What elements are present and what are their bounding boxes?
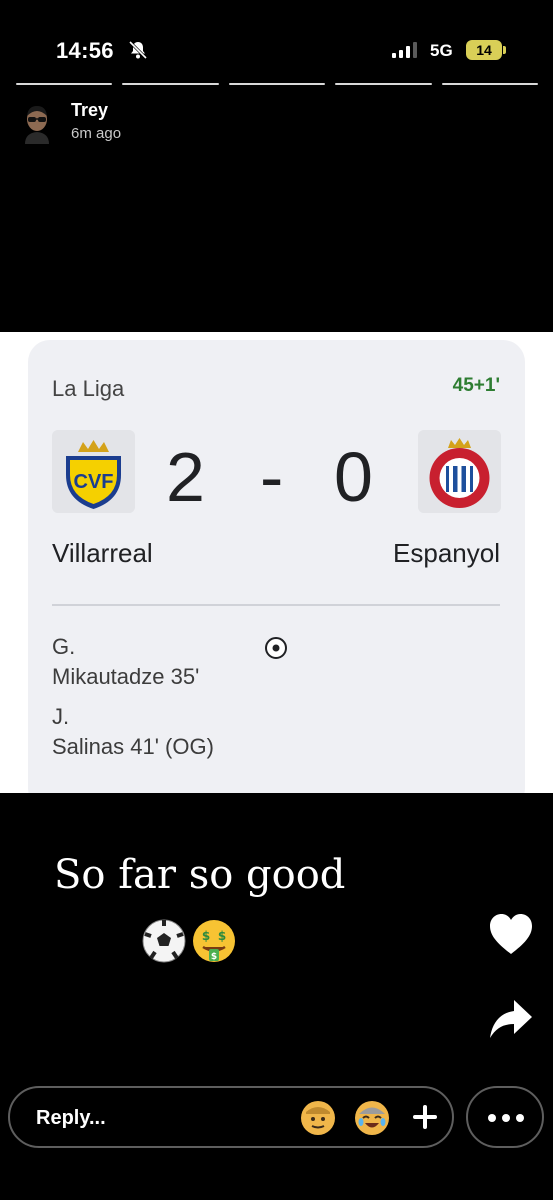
soccer-ball-icon	[265, 637, 287, 659]
bell-slash-icon	[128, 40, 148, 60]
goal-scorer: J. Salinas 41' (OG)	[52, 702, 214, 762]
battery-nub	[503, 46, 506, 54]
scorer-initial: J.	[52, 704, 70, 729]
story-progress	[16, 83, 539, 86]
progress-segment	[441, 83, 539, 85]
progress-segment	[335, 83, 432, 85]
battery-indicator: 14	[466, 40, 502, 60]
espanyol-crest-icon	[418, 430, 501, 513]
signal-bars-icon	[392, 42, 417, 58]
network-type: 5G	[430, 41, 453, 60]
goal-scorer: G. Mikautadze 35'	[52, 632, 199, 692]
home-score: 2	[166, 438, 205, 516]
match-minute: 45+1'	[452, 375, 500, 396]
scorer-detail: Salinas 41' (OG)	[52, 734, 214, 759]
bitmoji-avatar-icon[interactable]	[20, 104, 54, 144]
author-name[interactable]: Trey	[71, 100, 108, 121]
progress-segment	[228, 83, 326, 85]
score-separator: -	[260, 438, 284, 516]
svg-text:CVF: CVF	[74, 471, 114, 493]
svg-text:$: $	[211, 952, 217, 962]
status-bar: 14:56 5G 14	[0, 0, 553, 80]
progress-segment	[16, 83, 113, 85]
progress-segment	[122, 83, 219, 85]
share-arrow-icon[interactable]	[488, 998, 534, 1040]
svg-text:$: $	[202, 929, 210, 943]
match-score-card: La Liga 45+1' CVF 2 - 0 Villarreal Espan…	[28, 340, 525, 793]
scorer-detail: Mikautadze 35'	[52, 664, 200, 689]
away-team-name: Espanyol	[393, 538, 500, 568]
svg-text:$: $	[218, 929, 226, 943]
away-score: 0	[334, 438, 373, 516]
more-dots-icon	[488, 1114, 524, 1122]
status-time: 14:56	[56, 38, 114, 63]
money-mouth-face-emoji: $ $ $	[193, 920, 235, 962]
post-time: 6m ago	[71, 125, 122, 142]
shared-screenshot: La Liga 45+1' CVF 2 - 0 Villarreal Espan…	[0, 332, 553, 793]
plus-icon[interactable]	[410, 1102, 440, 1132]
home-team-name: Villarreal	[52, 538, 153, 568]
divider	[52, 604, 500, 606]
reply-input[interactable]: Reply...	[8, 1086, 454, 1148]
saluting-bitmoji-icon[interactable]	[300, 1100, 336, 1136]
heart-icon[interactable]	[488, 912, 534, 956]
league-name: La Liga	[52, 376, 125, 401]
soccer-ball-emoji	[142, 919, 186, 963]
story-caption: So far so good	[54, 852, 346, 898]
laughing-crying-bitmoji-icon[interactable]	[354, 1100, 390, 1136]
more-options-button[interactable]	[466, 1086, 544, 1148]
reply-placeholder: Reply...	[36, 1107, 106, 1129]
villarreal-crest-icon: CVF	[52, 430, 135, 513]
scorer-initial: G.	[52, 634, 76, 659]
